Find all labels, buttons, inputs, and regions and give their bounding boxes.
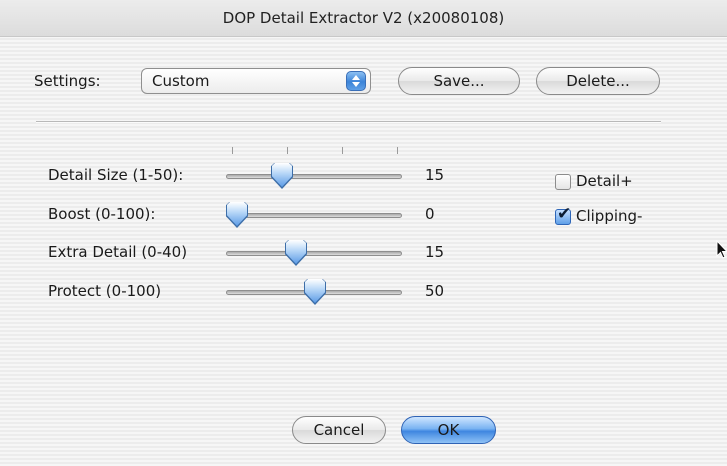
protect-value: 50 xyxy=(425,282,445,300)
clipping-minus-checkbox[interactable]: ✔ xyxy=(555,204,571,225)
cancel-button[interactable]: Cancel xyxy=(292,416,386,444)
popup-arrows-icon xyxy=(346,71,366,91)
boost-value: 0 xyxy=(425,205,435,223)
detail-size-track[interactable] xyxy=(226,174,402,179)
ok-button[interactable]: OK xyxy=(401,416,496,444)
settings-popup-value: Custom xyxy=(152,72,210,90)
detail-size-label: Detail Size (1-50): xyxy=(48,166,184,184)
separator xyxy=(36,121,661,123)
settings-label: Settings: xyxy=(34,72,101,90)
title-bar[interactable]: DOP Detail Extractor V2 (x20080108) xyxy=(0,0,727,37)
settings-popup[interactable]: Custom xyxy=(141,68,371,94)
protect-thumb[interactable] xyxy=(304,279,326,305)
extra-detail-label: Extra Detail (0-40) xyxy=(48,243,188,261)
extra-detail-thumb-face xyxy=(286,240,306,264)
save-button[interactable]: Save... xyxy=(398,67,520,95)
detail-size-thumb[interactable] xyxy=(271,163,293,189)
slider-tick xyxy=(397,147,398,154)
detail-size-value: 15 xyxy=(425,166,445,184)
detail-size-thumb-face xyxy=(272,163,292,187)
mouse-cursor-icon xyxy=(716,240,727,259)
slider-tick xyxy=(342,147,343,154)
boost-thumb-face xyxy=(227,202,247,226)
window-title: DOP Detail Extractor V2 (x20080108) xyxy=(222,9,505,27)
boost-label: Boost (0-100): xyxy=(48,205,156,223)
delete-button[interactable]: Delete... xyxy=(536,67,660,95)
clipping-minus-label: Clipping- xyxy=(576,207,643,225)
checkmark-icon: ✔ xyxy=(557,204,572,224)
detail-plus-label: Detail+ xyxy=(576,172,633,190)
boost-track[interactable] xyxy=(226,213,402,218)
dialog-window: DOP Detail Extractor V2 (x20080108) Sett… xyxy=(0,0,727,466)
boost-thumb[interactable] xyxy=(226,202,248,228)
detail-plus-checkbox[interactable] xyxy=(555,174,571,190)
slider-tick xyxy=(232,147,233,154)
extra-detail-track[interactable] xyxy=(226,251,402,256)
extra-detail-thumb[interactable] xyxy=(285,240,307,266)
protect-label: Protect (0-100) xyxy=(48,282,162,300)
protect-thumb-face xyxy=(305,279,325,303)
extra-detail-value: 15 xyxy=(425,243,445,261)
slider-tick xyxy=(287,147,288,154)
